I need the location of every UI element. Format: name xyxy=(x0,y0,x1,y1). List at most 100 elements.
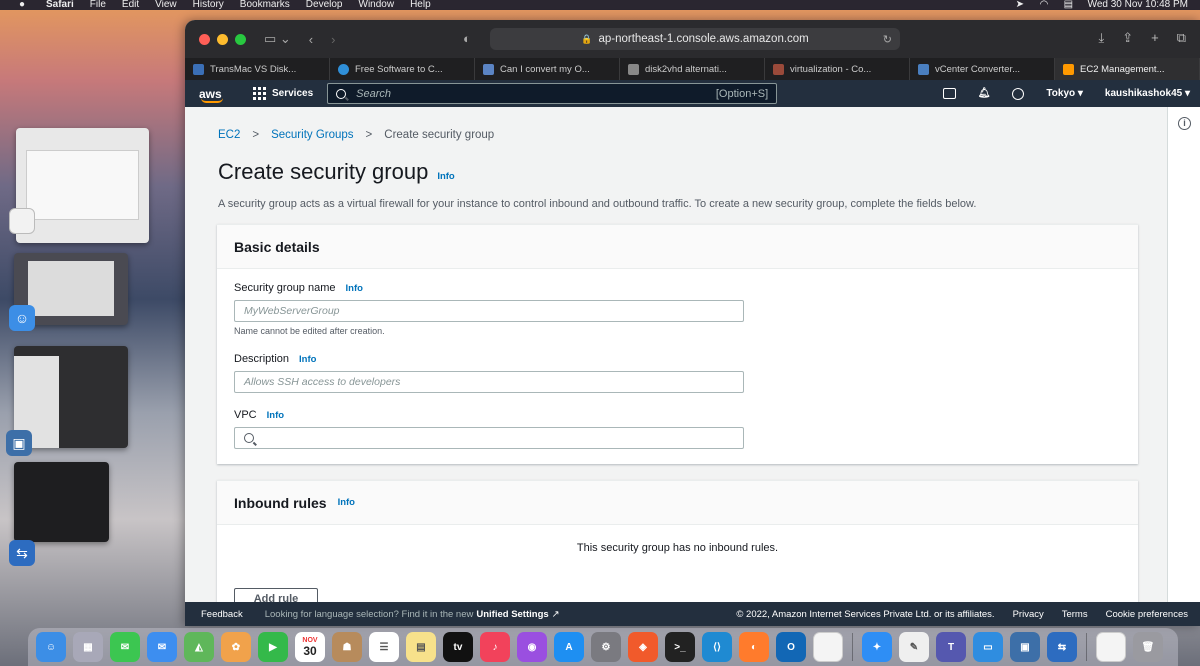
reminders-icon[interactable]: ☰ xyxy=(369,632,399,662)
menu-develop[interactable]: Develop xyxy=(306,0,343,10)
tab-can-i-convert[interactable]: Can I convert my O... xyxy=(475,58,620,80)
mail-icon[interactable]: ✉ xyxy=(147,632,177,662)
document-icon[interactable] xyxy=(813,632,843,662)
tab-vcenter[interactable]: vCenter Converter... xyxy=(910,58,1055,80)
region-selector[interactable]: Tokyo ▾ xyxy=(1046,88,1083,99)
inbound-info-link[interactable]: Info xyxy=(338,497,355,508)
outlook-icon[interactable]: O xyxy=(776,632,806,662)
share-icon[interactable]: ⇪ xyxy=(1122,30,1133,46)
document-app-icon[interactable] xyxy=(9,208,35,234)
back-icon[interactable]: ‹ xyxy=(309,32,313,47)
aws-footer: Feedback Looking for language selection?… xyxy=(185,602,1200,626)
calendar-icon[interactable]: NOV 30 xyxy=(295,632,325,662)
privacy-shield-icon[interactable]: ◐ xyxy=(463,31,471,46)
breadcrumb-ec2[interactable]: EC2 xyxy=(218,129,240,141)
converter-icon[interactable]: ⇆ xyxy=(1047,632,1077,662)
location-icon[interactable]: ➤ xyxy=(1016,0,1026,10)
textedit-icon[interactable]: ✎ xyxy=(899,632,929,662)
tab-disk2vhd[interactable]: disk2vhd alternati... xyxy=(620,58,765,80)
account-menu[interactable]: kaushikashok45 ▾ xyxy=(1105,88,1190,99)
reload-icon[interactable]: ↻ xyxy=(883,33,892,46)
facetime-icon[interactable]: ▶ xyxy=(258,632,288,662)
new-tab-icon[interactable]: + xyxy=(1151,30,1159,46)
downloads-stack-icon[interactable] xyxy=(1096,632,1126,662)
minimize-window-button[interactable] xyxy=(217,33,228,45)
menu-view[interactable]: View xyxy=(155,0,177,10)
basic-details-heading: Basic details xyxy=(234,238,320,255)
music-icon[interactable]: ♪ xyxy=(480,632,510,662)
terms-link[interactable]: Terms xyxy=(1062,609,1088,620)
brave-icon[interactable]: ◈ xyxy=(628,632,658,662)
virtualbox-icon[interactable]: ▣ xyxy=(1010,632,1040,662)
tab-free-software[interactable]: Free Software to C... xyxy=(330,58,475,80)
info-panel-icon[interactable]: i xyxy=(1178,117,1191,130)
page-info-link[interactable]: Info xyxy=(437,171,454,182)
finder-icon[interactable]: ☺ xyxy=(36,632,66,662)
services-menu-button[interactable]: Services xyxy=(253,87,313,100)
system-preferences-icon[interactable]: ⚙ xyxy=(591,632,621,662)
tab-virtualization[interactable]: virtualization - Co... xyxy=(765,58,910,80)
menubar-datetime[interactable]: Wed 30 Nov 10:48 PM xyxy=(1088,0,1188,10)
messages-icon[interactable]: ✉ xyxy=(110,632,140,662)
description-input[interactable]: Allows SSH access to developers xyxy=(234,371,744,393)
launchpad-icon[interactable]: ▦ xyxy=(73,632,103,662)
menu-window[interactable]: Window xyxy=(359,0,395,10)
security-group-name-input[interactable]: MyWebServerGroup xyxy=(234,300,744,322)
apple-icon[interactable]: ● xyxy=(14,0,30,10)
finder-app-icon[interactable]: ☺ xyxy=(9,305,35,331)
safari-icon[interactable]: ✦ xyxy=(862,632,892,662)
menu-bookmarks[interactable]: Bookmarks xyxy=(240,0,290,10)
photos-icon[interactable]: ✿ xyxy=(221,632,251,662)
control-center-icon[interactable]: ▤ xyxy=(1064,0,1074,10)
keynote-icon[interactable]: ▭ xyxy=(973,632,1003,662)
menu-help[interactable]: Help xyxy=(410,0,431,10)
aws-logo[interactable]: aws xyxy=(199,87,227,103)
cloudshell-icon[interactable] xyxy=(942,88,956,99)
vscode-icon[interactable]: ⟨⟩ xyxy=(702,632,732,662)
maps-icon[interactable]: ◭ xyxy=(184,632,214,662)
cookie-preferences-link[interactable]: Cookie preferences xyxy=(1106,609,1188,620)
converter-app-icon[interactable]: ⇆ xyxy=(9,540,35,566)
stage-window-thumb-4[interactable] xyxy=(14,462,109,542)
tab-overview-icon[interactable]: ⧉ xyxy=(1177,30,1186,46)
vpc-search-input[interactable] xyxy=(234,427,744,449)
tab-label: disk2vhd alternati... xyxy=(645,63,727,75)
terminal-icon[interactable]: >_ xyxy=(665,632,695,662)
trash-icon[interactable]: 🗑︎ xyxy=(1133,632,1163,662)
tab-bar: TransMac VS Disk... Free Software to C..… xyxy=(185,58,1200,80)
app-store-icon[interactable]: A xyxy=(554,632,584,662)
main-content: i EC2 > Security Groups > Create securit… xyxy=(185,107,1200,610)
teams-icon[interactable]: T xyxy=(936,632,966,662)
contacts-icon[interactable]: ☗ xyxy=(332,632,362,662)
name-info-link[interactable]: Info xyxy=(346,283,363,294)
firefox-icon[interactable]: ◐ xyxy=(739,632,769,662)
virtualbox-app-icon[interactable]: ▣ xyxy=(6,430,32,456)
menu-file[interactable]: File xyxy=(90,0,106,10)
vpc-info-link[interactable]: Info xyxy=(267,410,284,421)
aws-search-input[interactable]: Search [Option+S] xyxy=(327,83,778,104)
zoom-window-button[interactable] xyxy=(235,33,246,45)
page-title-row: Create security group Info xyxy=(218,159,455,185)
help-icon[interactable] xyxy=(1012,87,1025,100)
apple-tv-icon[interactable]: tv xyxy=(443,632,473,662)
sidebar-toggle-icon[interactable]: ▭ ⌄ xyxy=(264,31,291,47)
tab-transmac[interactable]: TransMac VS Disk... xyxy=(185,58,330,80)
feedback-link[interactable]: Feedback xyxy=(201,609,243,620)
menu-edit[interactable]: Edit xyxy=(122,0,139,10)
tab-ec2-management[interactable]: EC2 Management... xyxy=(1055,58,1200,80)
close-window-button[interactable] xyxy=(199,33,210,45)
menu-history[interactable]: History xyxy=(193,0,224,10)
forward-icon[interactable]: › xyxy=(331,32,335,47)
download-icon[interactable]: ⤓ xyxy=(1098,30,1104,46)
wifi-icon[interactable]: ◠ xyxy=(1040,0,1050,10)
notes-icon[interactable]: ▤ xyxy=(406,632,436,662)
unified-settings-link[interactable]: Unified Settings xyxy=(476,609,548,620)
podcasts-icon[interactable]: ◉ xyxy=(517,632,547,662)
breadcrumb-security-groups[interactable]: Security Groups xyxy=(271,129,353,141)
description-info-link[interactable]: Info xyxy=(299,354,316,365)
menu-safari[interactable]: Safari xyxy=(46,0,74,10)
address-bar[interactable]: 🔒 ap-northeast-1.console.aws.amazon.com … xyxy=(490,28,900,50)
notifications-bell-icon[interactable]: 🔔︎ xyxy=(978,88,991,99)
stage-window-thumb-1[interactable] xyxy=(16,128,149,243)
privacy-link[interactable]: Privacy xyxy=(1013,609,1044,620)
